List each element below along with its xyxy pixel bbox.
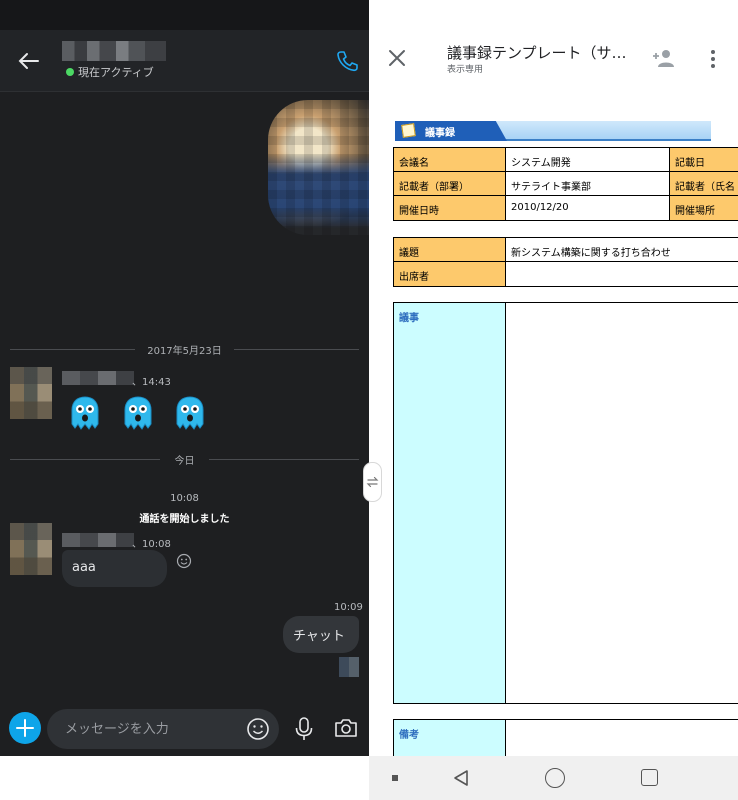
message-input-container bbox=[47, 709, 279, 749]
cell-recorder-name-label: 記載者（氏名 bbox=[669, 171, 738, 196]
shared-image[interactable] bbox=[268, 100, 369, 235]
message-input[interactable] bbox=[65, 719, 235, 739]
microphone-button[interactable] bbox=[292, 716, 316, 742]
emoji-button[interactable] bbox=[246, 717, 270, 741]
avatar[interactable] bbox=[10, 367, 52, 419]
date-separator: 2017年5月23日 bbox=[10, 342, 359, 357]
swap-arrows-icon bbox=[366, 476, 379, 488]
active-status-text: 現在アクティブ bbox=[78, 66, 154, 79]
document-title: 議事録テンプレート（サ… bbox=[447, 44, 627, 62]
sender-name bbox=[62, 533, 134, 547]
cell-venue-label: 開催場所 bbox=[669, 195, 738, 221]
chat-header: 現在アクティブ bbox=[0, 30, 369, 92]
document-viewer: 議事録テンプレート（サ… 表示専用 議事録 会議名 システム開発 記載日 記載者… bbox=[369, 0, 738, 800]
monster-sticker-icon bbox=[124, 396, 152, 430]
cell-record-date-label: 記載日 bbox=[669, 147, 738, 172]
cell-agenda-value: 新システム構築に関する打ち合わせ bbox=[505, 237, 738, 262]
nav-indicator-icon bbox=[392, 775, 398, 781]
sheet-header-tab: 議事録 bbox=[395, 121, 507, 141]
sticker-emoticon[interactable] bbox=[67, 394, 103, 432]
date-separator: 今日 bbox=[10, 452, 359, 467]
sender-name bbox=[62, 371, 134, 385]
message-time: 、14:43 bbox=[132, 377, 171, 388]
add-person-icon bbox=[653, 50, 674, 67]
outgoing-message[interactable]: チャット bbox=[283, 616, 359, 653]
incoming-message[interactable]: aaa bbox=[62, 550, 167, 587]
status-bar bbox=[0, 0, 369, 30]
sticker-emoticon[interactable] bbox=[172, 394, 208, 432]
split-screen-handle[interactable] bbox=[363, 462, 382, 502]
read-receipt-avatar bbox=[339, 657, 359, 677]
sheet-header-banner: 議事録 bbox=[395, 121, 711, 141]
plus-icon bbox=[16, 719, 34, 737]
nav-back-button[interactable] bbox=[451, 768, 471, 788]
monster-sticker-icon bbox=[71, 396, 99, 430]
call-event-time: 10:08 bbox=[170, 493, 199, 504]
more-options-button[interactable] bbox=[705, 48, 721, 70]
chat-bottom-area bbox=[0, 756, 369, 800]
phone-icon bbox=[337, 51, 358, 72]
emoji-icon bbox=[247, 718, 269, 740]
camera-button[interactable] bbox=[333, 716, 359, 740]
view-only-label: 表示専用 bbox=[447, 65, 484, 75]
message-time: 10:09 bbox=[334, 602, 363, 613]
back-button[interactable] bbox=[14, 46, 44, 76]
nav-recents-button[interactable] bbox=[641, 769, 658, 786]
contact-name bbox=[62, 41, 166, 61]
smiley-icon bbox=[176, 553, 192, 569]
more-vertical-icon bbox=[711, 50, 715, 68]
active-status-dot bbox=[66, 68, 74, 76]
camera-icon bbox=[335, 719, 357, 737]
call-event-text: 通話を開始しました bbox=[139, 514, 230, 525]
call-button[interactable] bbox=[334, 48, 360, 74]
cell-recorder-label: 記載者（部署） bbox=[393, 171, 506, 196]
share-button[interactable] bbox=[651, 48, 677, 68]
add-reaction-button[interactable] bbox=[176, 553, 192, 569]
nav-home-button[interactable] bbox=[545, 768, 565, 788]
date-separator-label: 今日 bbox=[174, 456, 195, 467]
cell-proceedings-label: 議事 bbox=[393, 302, 506, 704]
cell-held-date-label: 開催日時 bbox=[393, 195, 506, 221]
date-separator-label: 2017年5月23日 bbox=[147, 346, 222, 357]
arrow-left-icon bbox=[18, 53, 39, 69]
triangle-back-icon bbox=[454, 770, 468, 786]
close-icon bbox=[389, 50, 405, 66]
cell-meeting-name-value: システム開発 bbox=[505, 147, 670, 172]
sheet-header-label: 議事録 bbox=[425, 128, 455, 139]
cell-proceedings-value bbox=[505, 302, 738, 704]
avatar[interactable] bbox=[10, 523, 52, 575]
system-navigation-bar bbox=[369, 756, 738, 800]
cell-recorder-value: サテライト事業部 bbox=[505, 171, 670, 196]
cell-attendees-label: 出席者 bbox=[393, 261, 506, 287]
cell-agenda-label: 議題 bbox=[393, 237, 506, 262]
add-attachment-button[interactable] bbox=[9, 712, 41, 744]
memo-icon bbox=[401, 123, 416, 138]
cell-meeting-name-label: 会議名 bbox=[393, 147, 506, 172]
sticker-emoticon[interactable] bbox=[120, 394, 156, 432]
microphone-icon bbox=[295, 717, 313, 740]
cell-attendees-value bbox=[505, 261, 738, 287]
message-time: 、10:08 bbox=[132, 539, 171, 550]
chat-pane: 現在アクティブ 2017年5月23日 、14:43 今日 10:08 通話を開始… bbox=[0, 0, 369, 800]
monster-sticker-icon bbox=[176, 396, 204, 430]
cell-held-date-value: 2010/12/20 bbox=[505, 195, 670, 221]
close-button[interactable] bbox=[387, 48, 407, 68]
document-toolbar: 議事録テンプレート（サ… 表示専用 bbox=[369, 0, 738, 90]
